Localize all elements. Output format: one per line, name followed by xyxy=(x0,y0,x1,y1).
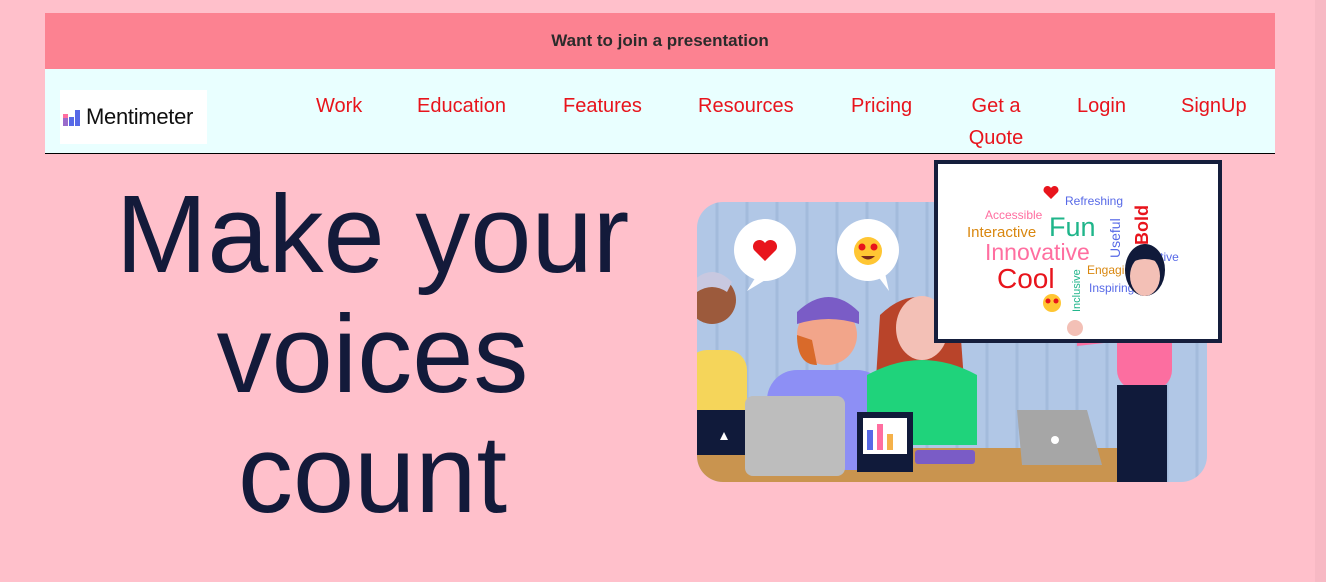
nav-education[interactable]: Education xyxy=(417,90,506,122)
brand-name: Mentimeter xyxy=(86,104,194,129)
word-cool: Cool xyxy=(997,263,1055,294)
hero-illustration: Refreshing Accessible Fun Bold Interacti… xyxy=(697,160,1222,482)
hero-line-1: Make your xyxy=(115,173,630,296)
banner-text[interactable]: Want to join a presentation xyxy=(551,31,769,51)
nav-resources[interactable]: Resources xyxy=(698,90,794,122)
heart-eyes-emoji-icon xyxy=(1043,294,1061,312)
nav-work[interactable]: Work xyxy=(316,90,362,122)
word-bold: Bold xyxy=(1132,205,1152,245)
nav-login[interactable]: Login xyxy=(1077,90,1126,122)
word-inspiring: Inspiring xyxy=(1089,281,1134,295)
hero-line-3: count xyxy=(237,413,508,536)
nav-get-a-quote[interactable]: Get a Quote xyxy=(965,90,1027,154)
word-useful: Useful xyxy=(1107,218,1123,258)
word-innovative: Innovative xyxy=(985,239,1090,265)
presentation-screen: Refreshing Accessible Fun Bold Interacti… xyxy=(934,160,1222,343)
join-presentation-banner[interactable]: Want to join a presentation xyxy=(45,13,1275,69)
word-fun: Fun xyxy=(1049,212,1096,242)
hero-headline: Make your voices count xyxy=(110,175,635,535)
word-refreshing: Refreshing xyxy=(1065,194,1123,208)
nav-get-a-quote-line1: Get a xyxy=(971,95,1021,117)
nav-signup[interactable]: SignUp xyxy=(1181,90,1247,122)
scrollbar[interactable] xyxy=(1315,0,1326,582)
nav-pricing[interactable]: Pricing xyxy=(851,90,912,122)
nav-get-a-quote-line2: Quote xyxy=(968,127,1024,149)
hero-line-2: voices xyxy=(216,293,529,416)
word-inclusive: Inclusive xyxy=(1071,269,1083,312)
main-navbar: Mentimeter Work Education Features Resou… xyxy=(45,69,1275,154)
word-accessible: Accessible xyxy=(985,208,1043,222)
brand-logo[interactable]: Mentimeter xyxy=(60,90,207,144)
nav-features[interactable]: Features xyxy=(563,90,642,122)
mentimeter-bars-icon xyxy=(63,110,80,126)
heart-eyes-emoji-icon xyxy=(854,237,882,265)
